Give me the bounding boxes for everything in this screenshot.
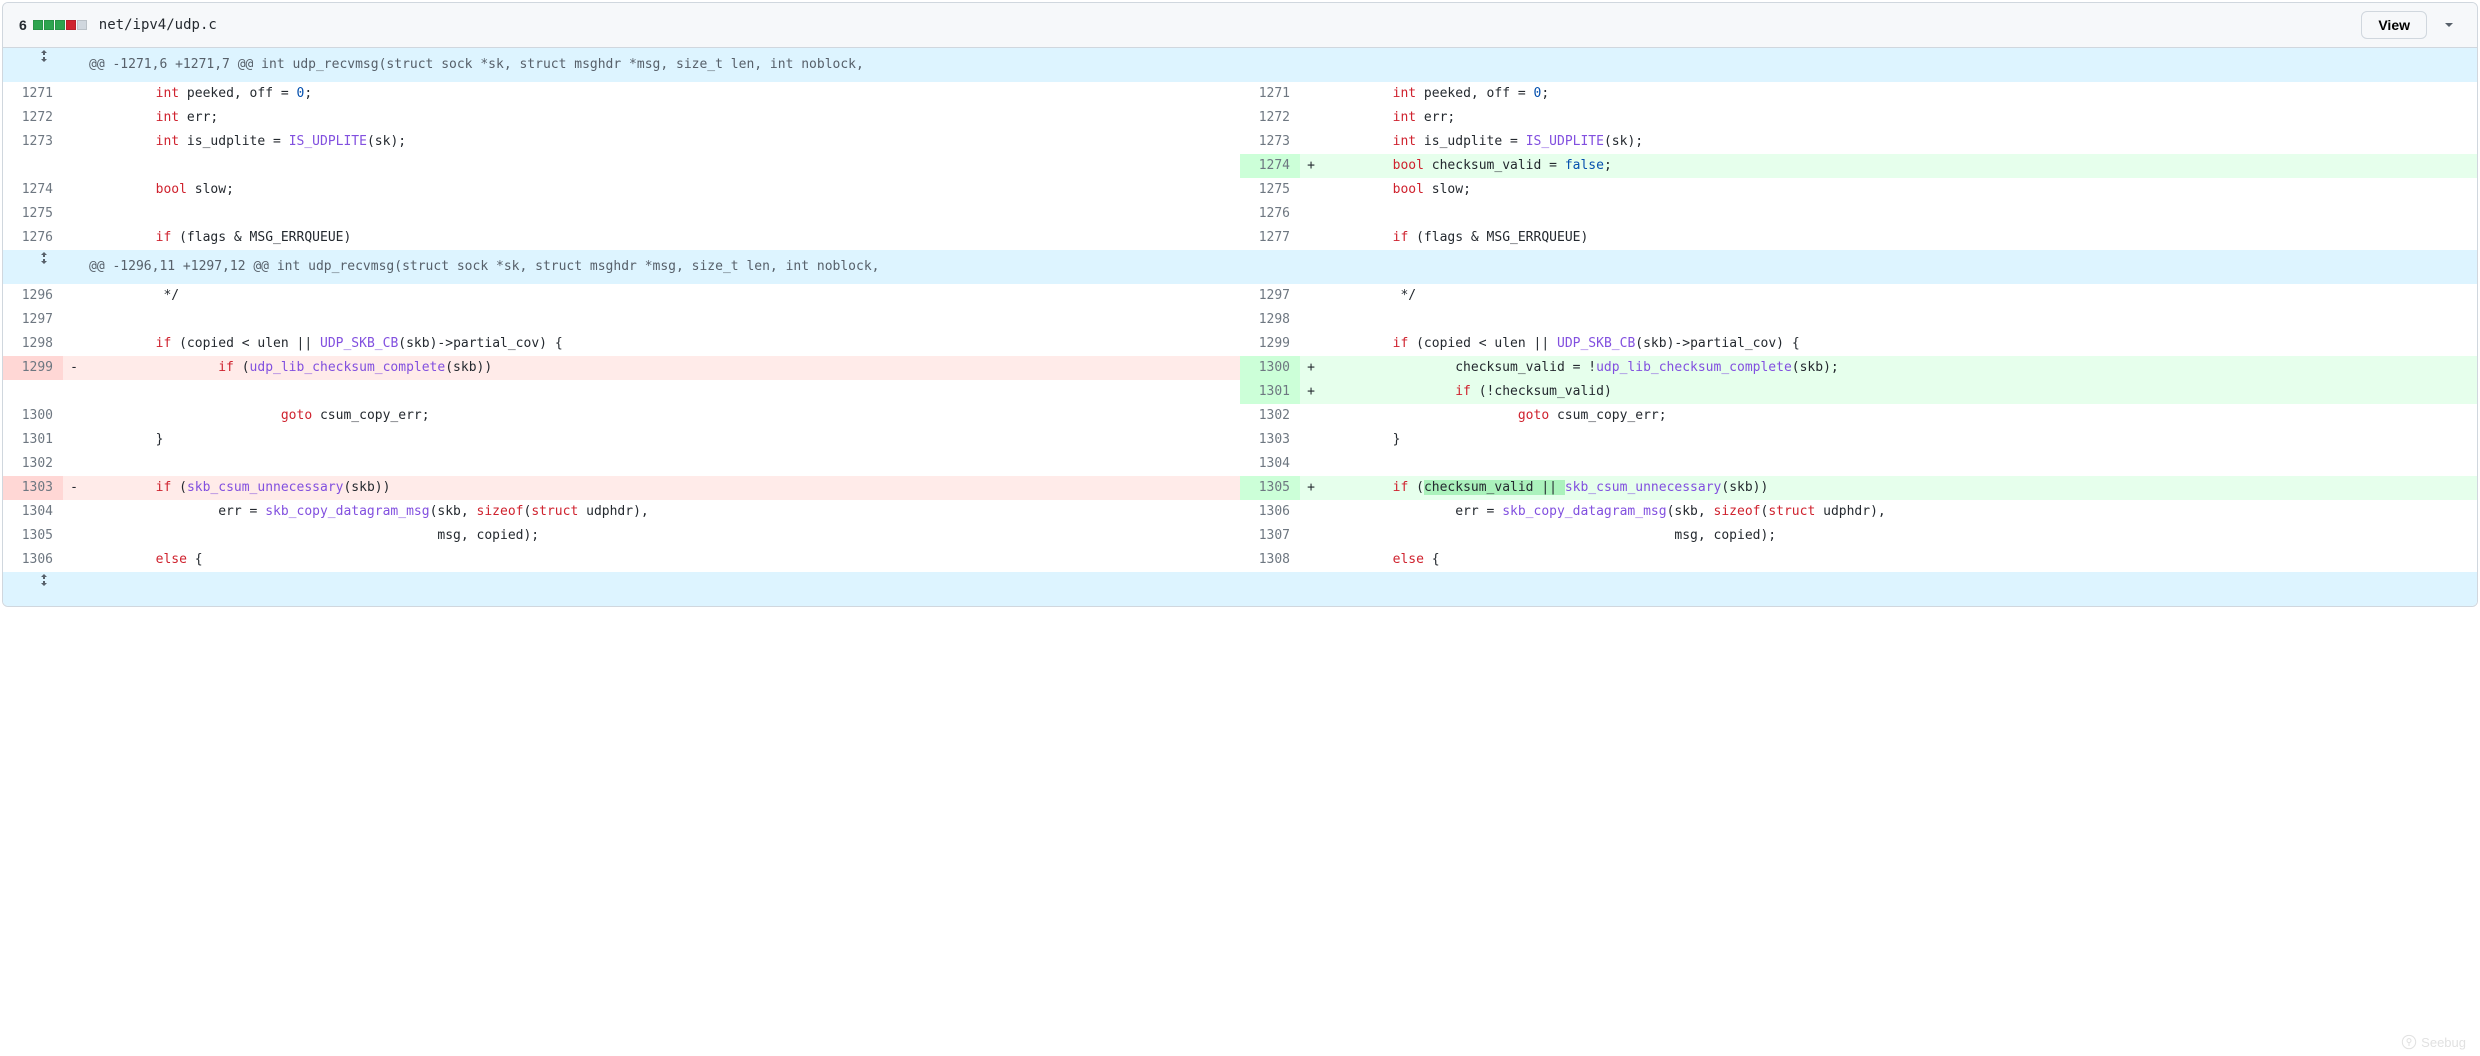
expand-icon-cell[interactable] [3, 48, 85, 82]
diff-row-added: 1274 + bool checksum_valid = false; [3, 154, 2477, 178]
diff-row: 1271 int peeked, off = 0; 1271 int peeke… [3, 82, 2477, 106]
diff-row-added: 1301 + if (!checksum_valid) [3, 380, 2477, 404]
file-header: 6 net/ipv4/udp.c View [3, 3, 2477, 48]
diff-row-changed: 1303 - if (skb_csum_unnecessary(skb)) 13… [3, 476, 2477, 500]
diff-row: 1300 goto csum_copy_err; 1302 goto csum_… [3, 404, 2477, 428]
line-number-left[interactable]: 1271 [3, 82, 63, 106]
stat-box-neutral [77, 20, 87, 30]
diff-row: 1273 int is_udplite = IS_UDPLITE(sk); 12… [3, 130, 2477, 154]
diff-row-changed: 1299 - if (udp_lib_checksum_complete(skb… [3, 356, 2477, 380]
diff-row: 1301 } 1303 } [3, 428, 2477, 452]
diff-row: 1275 1276 [3, 202, 2477, 226]
diff-row: 1274 bool slow; 1275 bool slow; [3, 178, 2477, 202]
watermark-text: Seebug [2421, 1035, 2466, 1050]
diff-row: 1272 int err; 1272 int err; [3, 106, 2477, 130]
diff-row: 1306 else { 1308 else { [3, 548, 2477, 572]
minus-marker: - [63, 476, 85, 500]
diff-table: @@ -1271,6 +1271,7 @@ int udp_recvmsg(st… [3, 48, 2477, 606]
diff-row: 1298 if (copied < ulen || UDP_SKB_CB(skb… [3, 332, 2477, 356]
chevron-down-icon[interactable] [2437, 13, 2461, 37]
code-right: int peeked, off = 0; [1322, 82, 2477, 106]
stat-box-add [55, 20, 65, 30]
diff-row: 1304 err = skb_copy_datagram_msg(skb, si… [3, 500, 2477, 524]
expand-icon-cell[interactable] [3, 250, 85, 284]
diff-row: 1302 1304 [3, 452, 2477, 476]
expand-row [3, 572, 2477, 606]
unfold-icon [36, 572, 52, 591]
plus-marker: + [1300, 380, 1322, 404]
diff-row: 1305 msg, copied); 1307 msg, copied); [3, 524, 2477, 548]
plus-marker: + [1300, 154, 1322, 178]
hunk-header-row: @@ -1271,6 +1271,7 @@ int udp_recvmsg(st… [3, 48, 2477, 82]
diff-row: 1297 1298 [3, 308, 2477, 332]
line-number-right[interactable]: 1271 [1240, 82, 1300, 106]
diff-row: 1296 */ 1297 */ [3, 284, 2477, 308]
diff-file-container: 6 net/ipv4/udp.c View @@ -1271,6 +1271,7 [2, 2, 2478, 607]
hunk-header-text: @@ -1271,6 +1271,7 @@ int udp_recvmsg(st… [85, 48, 2477, 82]
stat-box-del [66, 20, 76, 30]
watermark: Seebug [2401, 1034, 2466, 1050]
diff-row: 1276 if (flags & MSG_ERRQUEUE) 1277 if (… [3, 226, 2477, 250]
minus-marker: - [63, 356, 85, 380]
unfold-icon [36, 48, 52, 67]
hunk-header-text: @@ -1296,11 +1297,12 @@ int udp_recvmsg(… [85, 250, 2477, 284]
stat-box-add [33, 20, 43, 30]
diff-stat-boxes [33, 20, 87, 30]
stat-box-add [44, 20, 54, 30]
unfold-icon [36, 250, 52, 269]
plus-marker: + [1300, 356, 1322, 380]
plus-marker: + [1300, 476, 1322, 500]
code-left: int peeked, off = 0; [85, 82, 1240, 106]
expand-icon-cell[interactable] [3, 572, 85, 606]
diff-stat-count: 6 [19, 17, 27, 33]
hunk-header-row: @@ -1296,11 +1297,12 @@ int udp_recvmsg(… [3, 250, 2477, 284]
file-path[interactable]: net/ipv4/udp.c [99, 17, 217, 33]
view-button[interactable]: View [2361, 11, 2427, 39]
